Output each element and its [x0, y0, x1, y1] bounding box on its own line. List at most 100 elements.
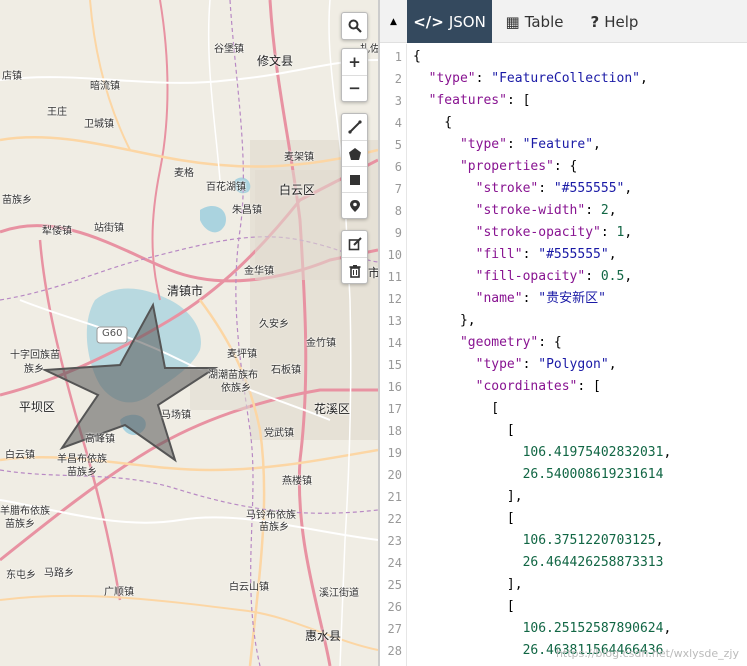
map-place-label: 市 — [368, 266, 378, 280]
draw-toolbar[interactable] — [341, 113, 368, 219]
map-place-label: 东屯乡 — [6, 570, 36, 581]
zoom-control[interactable]: + − — [341, 48, 368, 102]
app-window: 谷堡镇 修文县 扎佐镇 店镇 暗流镇 王庄 卫城镇 麦架镇 麦格 百花湖镇 白云… — [0, 0, 747, 666]
code-line[interactable]: "type": "Feature", — [413, 134, 601, 156]
minus-icon: − — [348, 79, 361, 97]
edit-icon — [348, 237, 362, 251]
map-place-label: 白云镇 — [5, 450, 35, 461]
map-place-label: 苗族乡 — [2, 195, 32, 206]
zoom-out-button[interactable]: − — [342, 75, 367, 101]
code-line[interactable]: ], — [413, 486, 523, 508]
code-line[interactable]: { — [413, 46, 421, 68]
code-line[interactable]: 26.540008619231614 — [413, 464, 664, 486]
map-place-label: 党武镇 — [264, 428, 294, 439]
line-number: 2 — [394, 72, 402, 86]
map-view[interactable]: 谷堡镇 修文县 扎佐镇 店镇 暗流镇 王庄 卫城镇 麦架镇 麦格 百花湖镇 白云… — [0, 0, 378, 666]
code-token: "type" — [459, 137, 507, 152]
code-line[interactable]: "features": [ — [413, 90, 531, 112]
map-place-label: 清镇市 — [167, 284, 204, 298]
code-token: : { — [538, 335, 562, 350]
code-line[interactable]: "fill-opacity": 0.5, — [413, 266, 633, 288]
line-number: 17 — [387, 402, 402, 416]
map-place-label: 金华镇 — [244, 266, 274, 277]
code-line[interactable]: "properties": { — [413, 156, 577, 178]
code-line[interactable]: "type": "FeatureCollection", — [413, 68, 648, 90]
code-line[interactable]: [ — [413, 398, 499, 420]
map-place-label: 金竹镇 — [306, 338, 336, 349]
code-token: "fill" — [475, 247, 523, 262]
code-line[interactable]: "stroke": "#555555", — [413, 178, 633, 200]
code-line[interactable]: }, — [413, 310, 476, 332]
code-token: "type" — [428, 71, 476, 86]
code-token: [ — [413, 599, 515, 614]
map-place-label: 马路乡 — [44, 568, 74, 579]
draw-rectangle-button[interactable] — [342, 166, 367, 192]
draw-marker-button[interactable] — [342, 192, 367, 218]
line-number: 28 — [387, 644, 402, 658]
code-line[interactable]: [ — [413, 508, 515, 530]
json-editor[interactable]: 1 2 3 4 5 6 7 8 9 10 11 12 13 14 15 16 17 18 19 20 21 22 23 24 2… — [380, 44, 747, 666]
map-place-label: 依族乡 — [221, 383, 251, 394]
tab-help[interactable]: ? Help — [577, 0, 652, 43]
code-token: , — [624, 181, 633, 196]
line-number: 11 — [387, 270, 402, 284]
code-line[interactable]: 106.25152587890624, — [413, 618, 672, 640]
map-place-label: 花溪区 — [314, 402, 351, 416]
map-marker-icon — [349, 199, 360, 212]
code-token: , — [608, 357, 617, 372]
code-token: "name" — [475, 291, 523, 306]
code-line[interactable]: "coordinates": [ — [413, 376, 601, 398]
code-token: "features" — [428, 93, 507, 108]
code-token: : — [600, 225, 617, 240]
code-line[interactable]: "stroke-width": 2, — [413, 200, 617, 222]
code-line[interactable]: "stroke-opacity": 1, — [413, 222, 633, 244]
code-line[interactable]: 26.464426258873313 — [413, 552, 664, 574]
draw-line-button[interactable] — [342, 114, 367, 140]
code-token: "coordinates" — [475, 379, 578, 394]
code-line[interactable]: "name": "贵安新区" — [413, 288, 606, 310]
code-line[interactable]: [ — [413, 420, 515, 442]
line-number: 4 — [394, 116, 402, 130]
code-token: : — [585, 203, 601, 218]
code-line[interactable]: "fill": "#555555", — [413, 244, 617, 266]
code-token: "properties" — [459, 159, 554, 174]
code-line[interactable]: { — [413, 112, 452, 134]
code-token: , — [608, 203, 617, 218]
code-token: : [ — [577, 379, 601, 394]
delete-layers-button[interactable] — [342, 257, 367, 283]
tab-table[interactable]: ▦ Table — [492, 0, 577, 43]
collapse-panel-button[interactable]: ▲ — [380, 0, 407, 43]
draw-polygon-button[interactable] — [342, 140, 367, 166]
code-token: "fill-opacity" — [475, 269, 586, 284]
line-number: 14 — [387, 336, 402, 350]
code-token: , — [663, 621, 672, 636]
line-number: 10 — [387, 248, 402, 262]
search-control[interactable] — [341, 12, 368, 40]
code-token: 26.540008619231614 — [522, 467, 664, 482]
zoom-in-button[interactable]: + — [342, 49, 367, 75]
line-number: 23 — [387, 534, 402, 548]
edit-layers-button[interactable] — [342, 231, 367, 257]
triangle-up-icon: ▲ — [390, 16, 397, 27]
code-token: , — [608, 247, 617, 262]
tab-label: JSON — [448, 12, 486, 31]
code-line[interactable]: 106.41975402832031, — [413, 442, 672, 464]
code-line[interactable]: ], — [413, 574, 523, 596]
edit-toolbar[interactable] — [341, 230, 368, 284]
tab-json[interactable]: </> JSON — [407, 0, 492, 43]
code-line[interactable]: "type": "Polygon", — [413, 354, 617, 376]
line-number: 16 — [387, 380, 402, 394]
code-line[interactable]: [ — [413, 596, 515, 618]
code-line[interactable]: 106.3751220703125, — [413, 530, 664, 552]
code-token: 2 — [600, 203, 609, 218]
code-line[interactable]: "geometry": { — [413, 332, 562, 354]
line-number: 18 — [387, 424, 402, 438]
code-token: }, — [413, 313, 476, 328]
map-place-label: 朱昌镇 — [232, 205, 262, 216]
search-button[interactable] — [342, 13, 367, 39]
polyline-icon — [347, 120, 362, 134]
